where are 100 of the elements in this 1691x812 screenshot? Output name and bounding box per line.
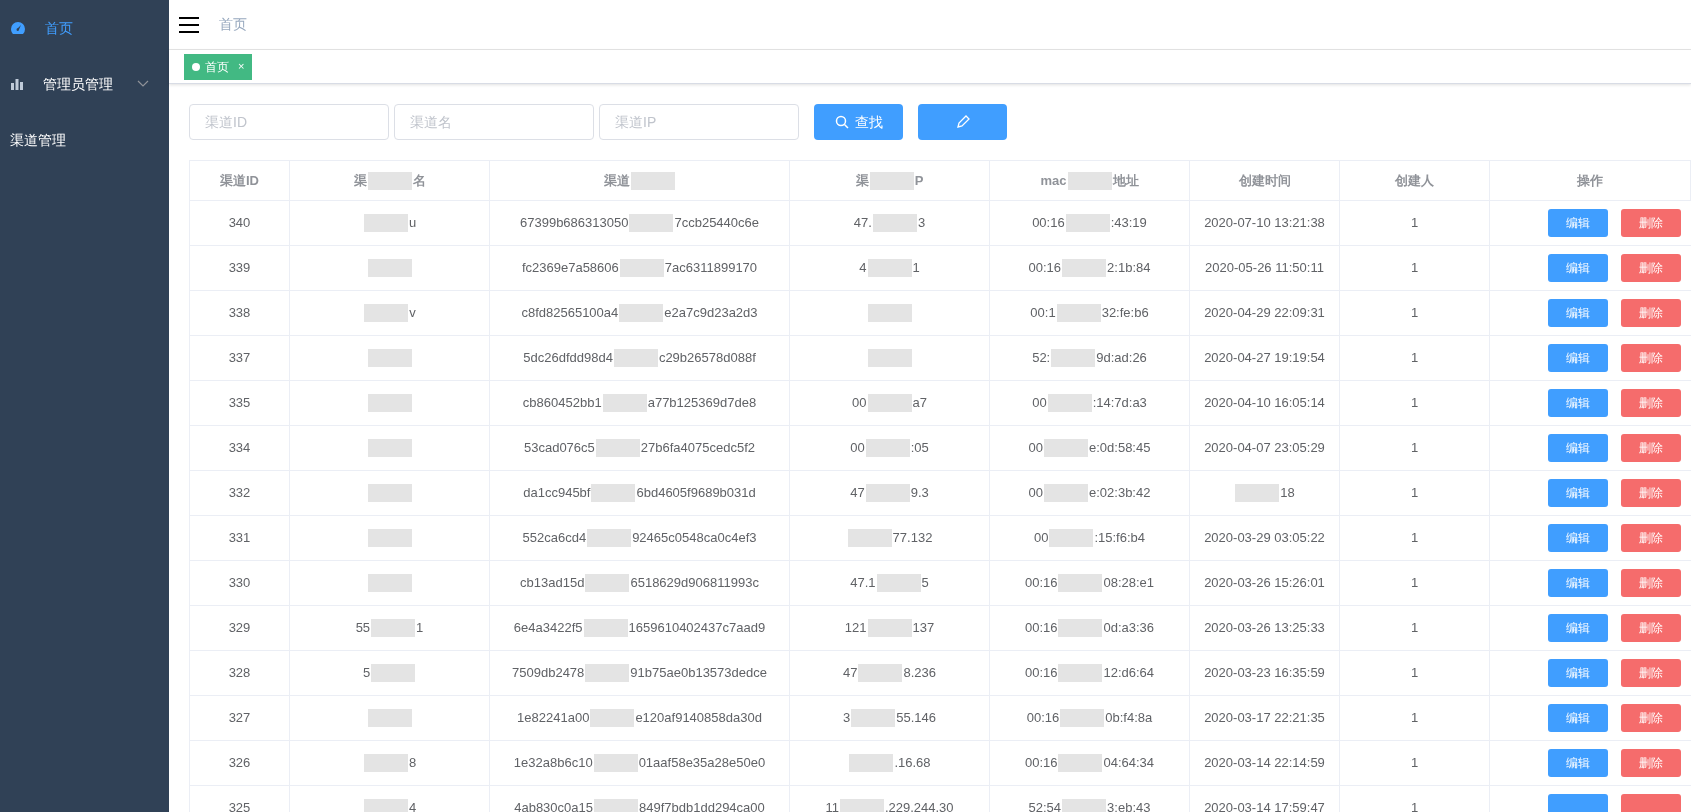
table-cell-text: 1 (912, 259, 920, 278)
table-cell-text: 67399b686313050 (520, 214, 629, 233)
edit-button[interactable]: 编辑 (1548, 614, 1608, 642)
table-cell-text: 2020-03-23 16:35:59 (1204, 664, 1325, 683)
delete-button[interactable]: 删除 (1621, 659, 1681, 687)
table-cell-text: 8 (408, 754, 417, 773)
edit-button[interactable]: 编辑 (1548, 209, 1608, 237)
edit-button[interactable]: 编辑 (1548, 434, 1608, 462)
column-header: P (914, 171, 924, 190)
redaction-blur (1060, 709, 1105, 727)
search-button[interactable]: 查找 (814, 104, 903, 140)
close-icon[interactable]: × (238, 58, 245, 75)
redaction-blur (867, 619, 912, 637)
tag[interactable]: 首页 × (184, 53, 253, 80)
table-cell-text: 55.146 (896, 709, 936, 728)
table-cell-text: a77b125369d7de8 (647, 394, 757, 413)
delete-button[interactable]: 删除 (1621, 434, 1681, 462)
edit-button[interactable]: 编辑 (1548, 479, 1608, 507)
redaction-blur (1065, 214, 1110, 232)
redaction-blur (1047, 394, 1092, 412)
table-cell-text: 00 (850, 439, 865, 458)
delete-button[interactable]: 删除 (1621, 479, 1681, 507)
table-cell-text: 00:16 (1024, 619, 1058, 638)
table-cell-text: 2020-04-07 23:05:29 (1204, 439, 1325, 458)
table-cell-text: 2020-03-14 22:14:59 (1204, 754, 1325, 773)
table-cell-text: 329 (228, 619, 251, 638)
table-cell-text: 2020-04-27 19:19:54 (1204, 349, 1325, 368)
edit-button[interactable]: 编辑 (1548, 389, 1608, 417)
table-cell-text: 91b75ae0b13573dedce (630, 664, 767, 683)
search-field[interactable]: 渠道IP (599, 104, 799, 140)
table-cell-text: 6e4a3422f5 (513, 619, 583, 638)
redaction-blur (367, 171, 412, 190)
table-cell-text: 1659610402437c7aad9 (628, 619, 766, 638)
edit-button[interactable]: 编辑 (1548, 254, 1608, 282)
redaction-blur (851, 709, 896, 727)
delete-button[interactable]: 删除 (1621, 389, 1681, 417)
redaction-blur (876, 574, 921, 592)
table-cell-text: 08:28:e1 (1103, 574, 1155, 593)
redaction-blur (367, 484, 412, 502)
sidebar-item[interactable]: 管理员管理 (0, 56, 169, 112)
table-cell-text: 327 (228, 709, 251, 728)
table-cell-text: 32:fe:b6 (1101, 304, 1149, 323)
edit-button[interactable]: 编辑 (1548, 524, 1608, 552)
delete-button[interactable]: 删除 (1621, 209, 1681, 237)
edit-button[interactable]: 编辑 (1548, 749, 1608, 777)
table-cell-text: 1 (1410, 439, 1419, 458)
table-cell-text: 4ab830c0a15 (514, 799, 593, 812)
table-cell-text: 5 (921, 574, 929, 593)
breadcrumb[interactable]: 首页 (219, 14, 247, 35)
table-cell-text: 337 (228, 349, 251, 368)
redaction-blur (1044, 484, 1088, 502)
table-cell-text: 0d:a3:36 (1103, 619, 1155, 638)
table-cell-text: 334 (228, 439, 251, 458)
table-cell-text: e120af9140858da30d (635, 709, 762, 728)
sidebar-item[interactable]: 渠道管理 (0, 112, 169, 168)
menu-icon[interactable] (179, 16, 199, 33)
table-cell-text: 1 (1410, 799, 1419, 812)
table-cell-text: 2020-03-26 15:26:01 (1204, 574, 1325, 593)
redaction-blur (367, 394, 412, 412)
search-field[interactable]: 渠道名 (394, 104, 594, 140)
edit-button[interactable]: 编辑 (1548, 569, 1608, 597)
table-cell-text: 00 (852, 394, 867, 413)
table-cell-text: 3:eb:43 (1107, 799, 1151, 812)
redaction-blur (371, 619, 416, 637)
edit-button[interactable]: 编辑 (1548, 299, 1608, 327)
delete-button[interactable]: 删除 (1621, 524, 1681, 552)
add-button[interactable] (918, 104, 1007, 140)
redaction-blur (367, 259, 412, 277)
table-cell-text: :14:7d:a3 (1092, 394, 1147, 413)
redaction-blur (869, 171, 914, 190)
redaction-blur (613, 349, 658, 367)
redaction-blur (865, 484, 910, 502)
edit-button[interactable]: 编辑 (1548, 704, 1608, 732)
table-cell-text: da1cc945bf (523, 484, 591, 503)
redaction-blur (867, 259, 912, 277)
edit-button[interactable]: 编辑 (1548, 344, 1608, 372)
column-header: 地址 (1112, 171, 1139, 190)
delete-button[interactable]: 删除 (1621, 569, 1681, 597)
bar-chart-icon (10, 77, 24, 91)
delete-button[interactable]: 删除 (1621, 254, 1681, 282)
search-field[interactable]: 渠道ID (189, 104, 389, 140)
delete-button[interactable]: 删除 (1621, 299, 1681, 327)
delete-button[interactable]: 删除 (1621, 614, 1681, 642)
table-cell-text: 47 (850, 484, 865, 503)
delete-button[interactable]: 删除 (1621, 344, 1681, 372)
edit-button[interactable]: 编辑 (1548, 659, 1608, 687)
redaction-blur (1067, 171, 1112, 190)
delete-button[interactable]: 删除 (1621, 704, 1681, 732)
table-cell-text: 7ccb25440c6e (674, 214, 759, 233)
table-cell-text: 121 (844, 619, 867, 638)
table-cell-text: 1e32a8b6c10 (513, 754, 593, 773)
redaction-blur (367, 439, 412, 457)
redaction-blur (1049, 529, 1094, 547)
sidebar-item[interactable]: 首页 (0, 0, 169, 56)
table-cell-text: 0b:f4:8a (1105, 709, 1153, 728)
table-cell-text: c8fd82565100a4 (521, 304, 619, 323)
table-cell-text: 338 (228, 304, 251, 323)
table-cell-text: 47.1 (850, 574, 876, 593)
redaction-blur (1051, 349, 1096, 367)
delete-button[interactable]: 删除 (1621, 749, 1681, 777)
